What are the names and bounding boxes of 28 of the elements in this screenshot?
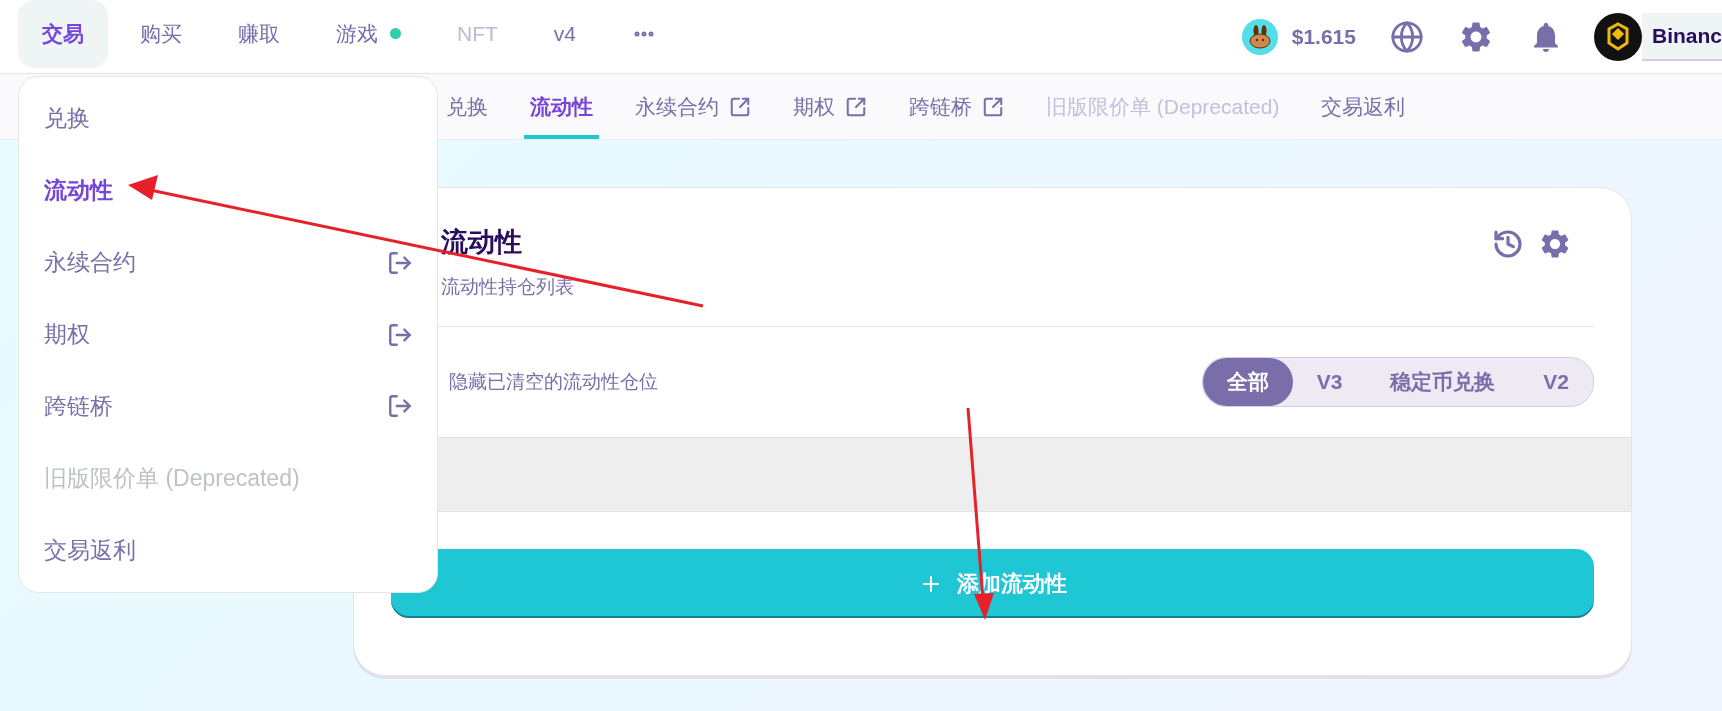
sub-nav-tab[interactable]: 兑换 <box>440 74 494 139</box>
menu-item[interactable]: 永续合约 <box>19 226 437 299</box>
sub-nav-tab[interactable]: 交易返利 <box>1315 74 1412 139</box>
nav-tab[interactable]: 游戏 <box>312 0 425 68</box>
filter-tab[interactable]: 全部 <box>1202 358 1293 406</box>
menu-item[interactable]: 兑换 <box>19 83 437 155</box>
menu-item[interactable]: 流动性 <box>19 154 437 227</box>
filter-tab[interactable]: 稳定币兑换 <box>1366 358 1520 406</box>
nav-tab[interactable]: 赚取 <box>214 0 304 68</box>
nav-tab[interactable]: v4 <box>529 0 600 68</box>
bunny-icon <box>1241 18 1278 55</box>
sub-nav-tab[interactable]: 跨链桥 <box>903 74 1010 139</box>
nav-tab[interactable]: 交易 <box>18 0 108 68</box>
filter-tab[interactable]: V3 <box>1292 358 1367 406</box>
sub-nav-tab[interactable]: 期权 <box>787 74 873 139</box>
history-icon[interactable] <box>1492 228 1524 260</box>
filter-tab[interactable]: V2 <box>1519 358 1593 406</box>
diamond-logo-icon[interactable] <box>1594 12 1642 61</box>
sub-nav-tab[interactable]: 永续合约 <box>629 74 757 139</box>
globe-icon[interactable] <box>1390 19 1424 54</box>
menu-item[interactable]: 跨链桥 <box>19 370 437 443</box>
card-subtitle: 流动性持仓列表 <box>441 275 575 299</box>
menu-item[interactable]: 期权 <box>19 298 437 371</box>
toggle-label: 隐藏已清空的流动性仓位 <box>449 370 659 394</box>
nav-tab[interactable]: 购买 <box>116 0 206 68</box>
account-button[interactable]: Binanc <box>1642 12 1722 61</box>
sub-nav-tab[interactable]: 流动性 <box>524 74 599 139</box>
price-text: $1.615 <box>1291 24 1356 49</box>
